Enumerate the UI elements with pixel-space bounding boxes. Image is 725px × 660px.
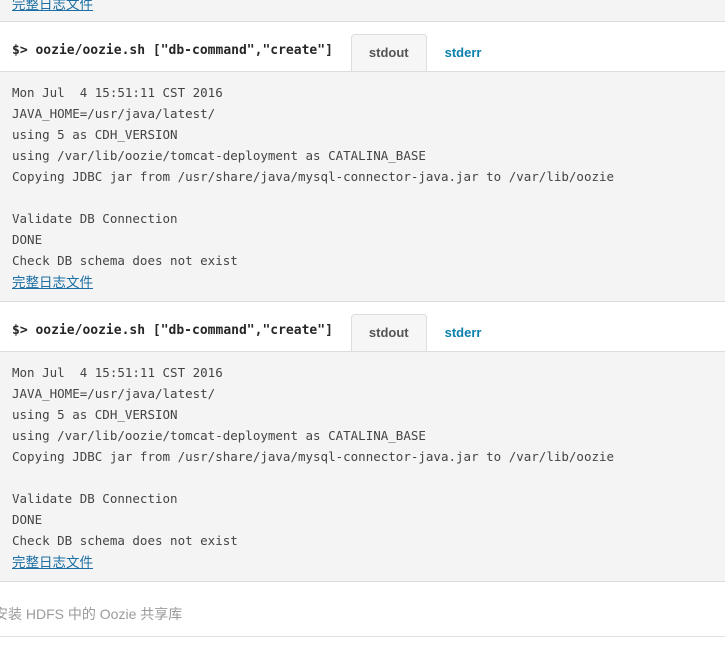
install-step-row: 安装 HDFS 中的 Oozie 共享库 [0,591,725,637]
command-label: $> oozie/oozie.sh ["db-command","create"… [12,43,333,58]
output-stream-tabs: stdout stderr [350,22,500,71]
log-line: Check DB schema does not exist [12,533,238,548]
log-line: DONE [12,232,43,247]
log-line: JAVA_HOME=/usr/java/latest/ [12,106,216,121]
tab-stdout[interactable]: stdout [350,34,427,71]
log-line: Mon Jul 4 15:51:11 CST 2016 [12,365,223,380]
log-line: Mon Jul 4 15:51:11 CST 2016 [12,85,223,100]
log-output-body: Mon Jul 4 15:51:11 CST 2016 JAVA_HOME=/u… [0,72,725,301]
output-stream-tabs: stdout stderr [350,302,500,351]
full-log-file-link[interactable]: 完整日志文件 [12,272,93,293]
command-label: $> oozie/oozie.sh ["db-command","create"… [12,323,333,338]
log-line: using /var/lib/oozie/tomcat-deployment a… [12,428,426,443]
log-line: Copying JDBC jar from /usr/share/java/my… [12,449,615,464]
log-line: Copying JDBC jar from /usr/share/java/my… [12,169,615,184]
command-progress-page: 完整日志文件 $> oozie/oozie.sh ["db-command","… [0,0,725,660]
log-line: DONE [12,512,43,527]
full-log-file-link[interactable]: 完整日志文件 [12,0,93,13]
tab-stdout[interactable]: stdout [350,314,427,351]
log-line: using 5 as CDH_VERSION [12,407,178,422]
log-line: using 5 as CDH_VERSION [12,127,178,142]
log-line: JAVA_HOME=/usr/java/latest/ [12,386,216,401]
log-line: using /var/lib/oozie/tomcat-deployment a… [12,148,426,163]
tab-stderr[interactable]: stderr [427,34,500,71]
log-output-body: Mon Jul 4 15:51:11 CST 2016 JAVA_HOME=/u… [0,352,725,581]
log-tab-strip: $> oozie/oozie.sh ["db-command","create"… [0,22,725,72]
previous-log-panel-tail: 完整日志文件 [0,0,725,22]
log-tab-strip: $> oozie/oozie.sh ["db-command","create"… [0,302,725,352]
install-step-label: 安装 HDFS 中的 Oozie 共享库 [0,605,183,622]
log-line-blank [12,187,725,208]
tab-stderr[interactable]: stderr [427,314,500,351]
log-line: Validate DB Connection [12,491,178,506]
log-panel: $> oozie/oozie.sh ["db-command","create"… [0,22,725,302]
section-gap [0,582,725,591]
log-panel: $> oozie/oozie.sh ["db-command","create"… [0,302,725,582]
log-line: Validate DB Connection [12,211,178,226]
log-line-blank [12,467,725,488]
full-log-file-link[interactable]: 完整日志文件 [12,552,93,573]
log-line: Check DB schema does not exist [12,253,238,268]
